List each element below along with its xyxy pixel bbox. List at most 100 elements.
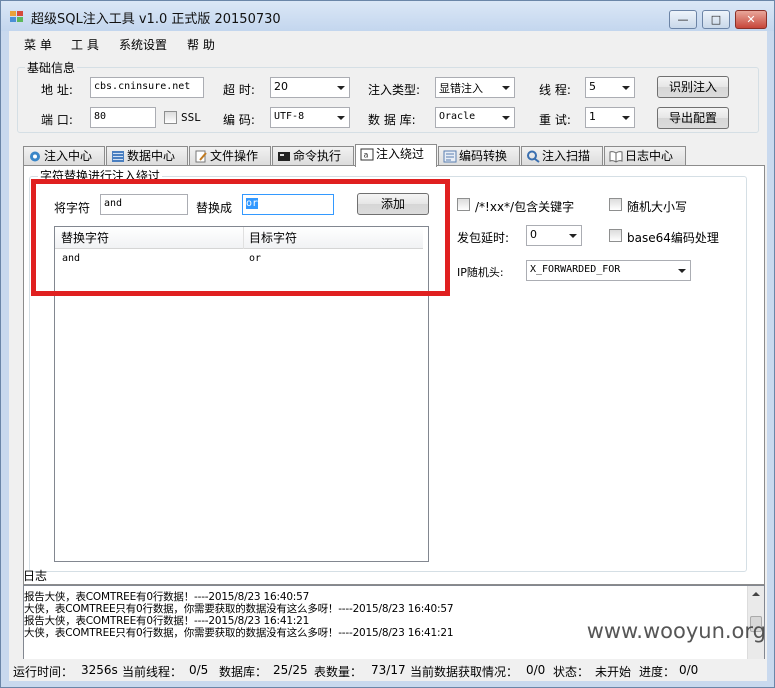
encoding-label: 编 码:: [223, 113, 255, 127]
chevron-down-icon: [622, 116, 630, 120]
title-bar[interactable]: 超级SQL注入工具 v1.0 正式版 20150730 — □ ✕: [1, 1, 774, 31]
highlight-annotation: [31, 179, 450, 296]
delay-label: 发包延时:: [457, 231, 510, 245]
tab-label: 命令执行: [293, 149, 342, 163]
log-line: 大侠，表COMTREE只有0行数据，你需要获取的数据没有这么多呀！----201…: [24, 627, 454, 639]
tab-encode-convert[interactable]: 编码转换: [438, 146, 520, 166]
inject-type-value: 显错注入: [439, 82, 483, 95]
retry-value: 1: [589, 110, 596, 123]
retry-select[interactable]: 1: [585, 107, 635, 128]
delay-select[interactable]: 0: [526, 225, 582, 246]
tab-label: 数据中心: [127, 149, 176, 163]
ip-header-select[interactable]: X_FORWARDED_FOR: [526, 260, 691, 281]
tab-file-ops[interactable]: 文件操作: [189, 146, 271, 166]
client-area: 菜 单 工 具 系统设置 帮 助 基础信息 地 址: cbs.cninsure.…: [9, 31, 767, 681]
progress-label: 进度：: [639, 665, 676, 679]
timeout-select[interactable]: 20: [270, 77, 350, 98]
runtime-label: 运行时间：: [13, 665, 74, 679]
basic-info-title: 基础信息: [25, 59, 78, 76]
chevron-down-icon: [678, 269, 686, 273]
bypass-icon: a: [360, 148, 374, 161]
chevron-down-icon: [622, 86, 630, 90]
inject-type-select[interactable]: 显错注入: [435, 77, 515, 98]
tab-label: 文件操作: [210, 149, 259, 163]
db-label: 数据库：: [219, 665, 268, 679]
threads-label: 线 程:: [539, 83, 571, 97]
timeout-label: 超 时:: [223, 83, 255, 97]
menu-help[interactable]: 帮 助: [187, 36, 215, 53]
book-icon: [609, 150, 623, 163]
database-value: Oracle: [439, 111, 476, 122]
fetch-label: 当前数据获取情况：: [410, 665, 519, 679]
tab-log-center[interactable]: 日志中心: [604, 146, 686, 166]
runtime-value: 3256s: [81, 663, 118, 677]
port-input[interactable]: 80: [90, 107, 156, 128]
watermark: www.wooyun.org: [586, 619, 766, 643]
base64-checkbox[interactable]: [609, 229, 622, 242]
database-select[interactable]: Oracle: [435, 107, 515, 128]
app-icon: [10, 11, 24, 23]
tab-data-center[interactable]: 数据中心: [106, 146, 188, 166]
tab-label: 注入扫描: [542, 149, 591, 163]
database-label: 数 据 库:: [368, 113, 416, 127]
ip-header-label: IP随机头:: [457, 266, 504, 279]
ip-header-value: X_FORWARDED_FOR: [530, 264, 621, 275]
database-icon: [111, 150, 125, 163]
minimize-button[interactable]: —: [669, 10, 697, 29]
svg-text:a: a: [364, 151, 369, 160]
tab-inject-center[interactable]: 注入中心: [23, 146, 105, 166]
menu-settings[interactable]: 系统设置: [119, 36, 167, 53]
tab-inject-bypass[interactable]: a 注入绕过: [355, 144, 437, 167]
scroll-up-icon[interactable]: [752, 592, 760, 596]
close-button[interactable]: ✕: [735, 10, 767, 29]
identify-inject-button[interactable]: 识别注入: [657, 76, 729, 98]
progress-value: 0/0: [679, 663, 699, 677]
scan-icon: [526, 150, 540, 163]
file-edit-icon: [194, 150, 208, 163]
menu-main[interactable]: 菜 单: [24, 36, 52, 53]
threads-status-label: 当前线程：: [122, 665, 183, 679]
random-case-checkbox[interactable]: [609, 198, 622, 211]
inject-type-label: 注入类型:: [368, 83, 421, 97]
fetch-value: 0/0: [526, 663, 546, 677]
ssl-checkbox[interactable]: [164, 111, 177, 124]
port-label: 端 口:: [41, 113, 73, 127]
timeout-value: 20: [274, 80, 288, 93]
chevron-down-icon: [502, 86, 510, 90]
encode-icon: [443, 150, 457, 163]
tables-label: 表数量：: [314, 665, 363, 679]
tab-label: 注入绕过: [376, 147, 425, 161]
tab-command-exec[interactable]: 命令执行: [272, 146, 354, 166]
address-label: 地 址:: [41, 83, 73, 97]
threads-status-value: 0/5: [189, 663, 209, 677]
db-value: 25/25: [273, 663, 308, 677]
status-bar: 运行时间： 3256s 当前线程： 0/5 数据库： 25/25 表数量： 73…: [9, 659, 767, 681]
tab-label: 注入中心: [44, 149, 93, 163]
window-title: 超级SQL注入工具 v1.0 正式版 20150730: [31, 12, 281, 27]
ssl-label: SSL: [181, 111, 201, 124]
encoding-value: UTF-8: [274, 111, 305, 122]
maximize-button[interactable]: □: [702, 10, 730, 29]
retry-label: 重 试:: [539, 113, 571, 127]
delay-value: 0: [530, 228, 537, 241]
base64-label: base64编码处理: [627, 231, 719, 245]
address-input[interactable]: cbs.cninsure.net: [90, 77, 204, 98]
tables-value: 73/17: [371, 663, 406, 677]
tab-label: 编码转换: [459, 149, 508, 163]
menu-tools[interactable]: 工 具: [71, 36, 99, 53]
state-value: 未开始: [595, 665, 632, 679]
random-case-label: 随机大小写: [627, 200, 688, 214]
state-label: 状态：: [553, 665, 590, 679]
chevron-down-icon: [337, 116, 345, 120]
app-window: 超级SQL注入工具 v1.0 正式版 20150730 — □ ✕ 菜 单 工 …: [0, 0, 775, 688]
comment-keyword-checkbox[interactable]: [457, 198, 470, 211]
encoding-select[interactable]: UTF-8: [270, 107, 350, 128]
tab-inject-scan[interactable]: 注入扫描: [521, 146, 603, 166]
log-title: 日志: [23, 569, 48, 583]
terminal-icon: [277, 150, 291, 163]
chevron-down-icon: [337, 86, 345, 90]
threads-select[interactable]: 5: [585, 77, 635, 98]
export-config-button[interactable]: 导出配置: [657, 107, 729, 129]
menu-bar: 菜 单 工 具 系统设置 帮 助: [9, 31, 767, 55]
threads-value: 5: [589, 80, 596, 93]
